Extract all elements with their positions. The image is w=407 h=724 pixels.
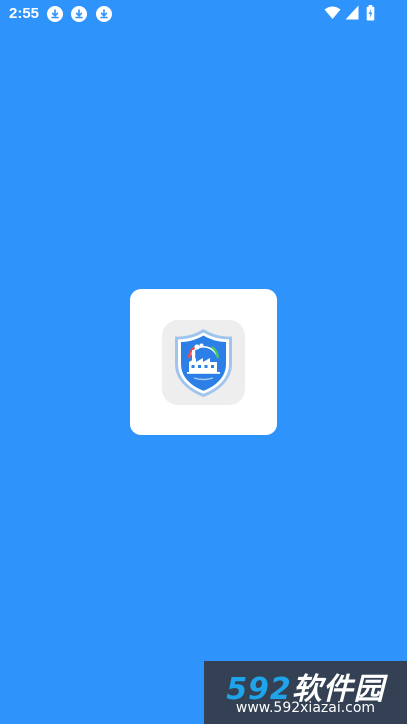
shield-factory-logo-icon bbox=[175, 329, 232, 397]
wifi-icon bbox=[324, 6, 341, 19]
download-icon bbox=[71, 6, 87, 22]
splash-card bbox=[130, 289, 277, 435]
download-icon bbox=[47, 6, 63, 22]
cellular-signal-icon bbox=[345, 5, 359, 20]
site-watermark: 592软件园 www.592xiazai.com bbox=[204, 661, 407, 724]
status-time: 2:55 bbox=[9, 5, 40, 22]
download-icon bbox=[96, 6, 112, 22]
status-bar: 2:55 bbox=[0, 0, 407, 28]
watermark-url: www.592xiazai.com bbox=[235, 700, 376, 716]
battery-charging-icon bbox=[366, 5, 375, 21]
app-icon-tile bbox=[162, 320, 245, 405]
